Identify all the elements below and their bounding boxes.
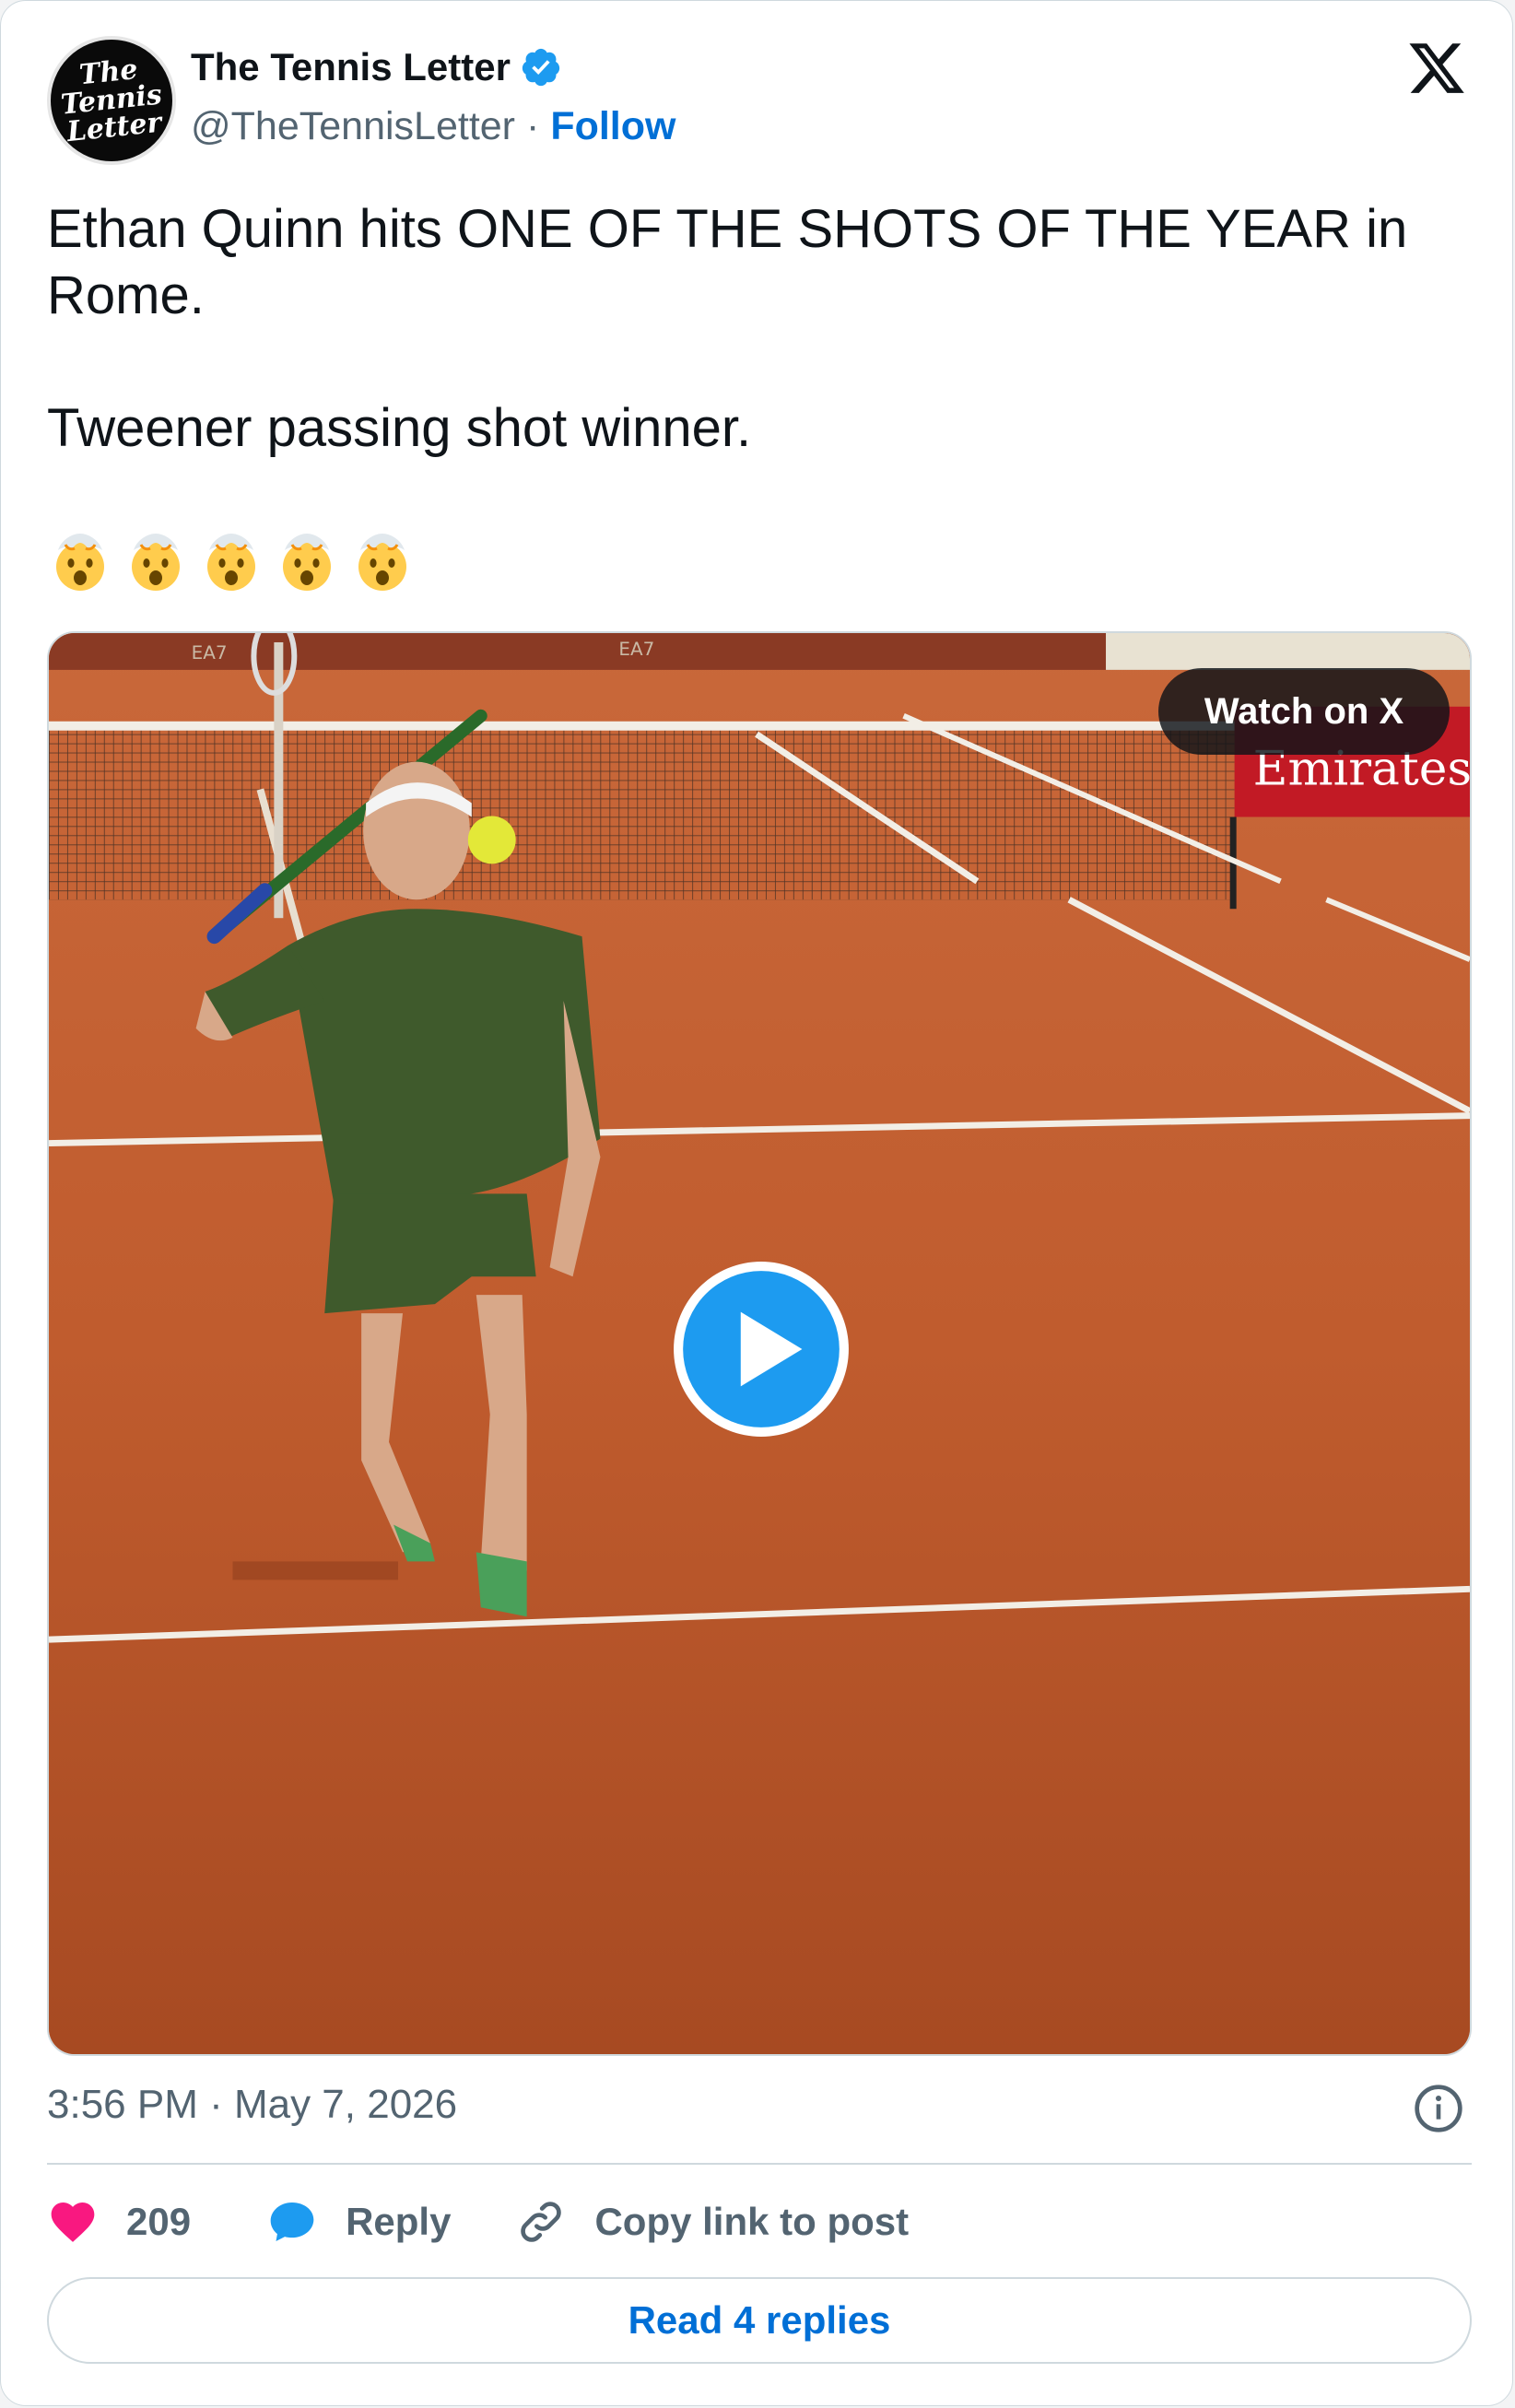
embedded-tweet-card: The Tennis Letter The Tennis Letter @The… — [0, 0, 1513, 2406]
copy-link-button[interactable]: Copy link to post — [515, 2196, 909, 2248]
like-button[interactable]: 209 — [47, 2196, 191, 2248]
avatar-logo: The Tennis Letter — [59, 53, 164, 149]
exploding-head-emoji-icon — [132, 534, 180, 591]
reply-label: Reply — [346, 2200, 452, 2243]
exploding-head-emoji-icon — [207, 534, 255, 591]
x-logo-icon[interactable] — [1405, 38, 1468, 99]
exploding-head-emoji-icon — [56, 534, 104, 591]
tweet-timestamp[interactable]: 3:56 PM · May 7, 2026 — [47, 2082, 457, 2128]
like-count: 209 — [126, 2200, 192, 2243]
author-handle-row: @TheTennisLetter · Follow — [191, 104, 675, 149]
board-text: EA7 — [192, 641, 228, 664]
author-name-row: The Tennis Letter — [191, 45, 562, 89]
divider — [47, 2163, 1472, 2165]
copy-link-label: Copy link to post — [594, 2200, 910, 2243]
exploding-head-emoji-icon — [358, 534, 406, 591]
info-icon[interactable] — [1413, 2083, 1464, 2134]
link-icon — [521, 2202, 562, 2242]
read-replies-button[interactable]: Read 4 replies — [47, 2277, 1472, 2364]
tweet-text-line: Tweener passing shot winner. — [47, 398, 752, 458]
reply-button[interactable]: Reply — [266, 2196, 451, 2248]
watch-on-x-button[interactable]: Watch on X — [1158, 668, 1450, 755]
video-media[interactable]: EA7 EA7 Emirates Watch on X — [47, 631, 1472, 2056]
author-display-name[interactable]: The Tennis Letter — [191, 45, 511, 89]
play-icon[interactable] — [668, 1256, 854, 1442]
author-avatar[interactable]: The Tennis Letter — [47, 36, 176, 165]
verified-badge-icon — [522, 48, 560, 87]
heart-icon — [51, 2202, 95, 2242]
emoji-row — [47, 528, 416, 594]
follow-button[interactable]: Follow — [550, 104, 675, 149]
exploding-head-emoji-icon — [283, 534, 331, 591]
tweet-text-line: Ethan Quinn hits ONE OF THE SHOTS OF THE… — [47, 199, 1408, 325]
board-text: EA7 — [618, 638, 654, 660]
reply-bubble-icon — [270, 2202, 314, 2241]
author-handle[interactable]: @TheTennisLetter — [191, 104, 515, 149]
separator-dot: · — [526, 104, 540, 148]
action-bar: 209 Reply Copy link to post — [47, 2192, 909, 2251]
tweet-text: Ethan Quinn hits ONE OF THE SHOTS OF THE… — [47, 196, 1429, 462]
